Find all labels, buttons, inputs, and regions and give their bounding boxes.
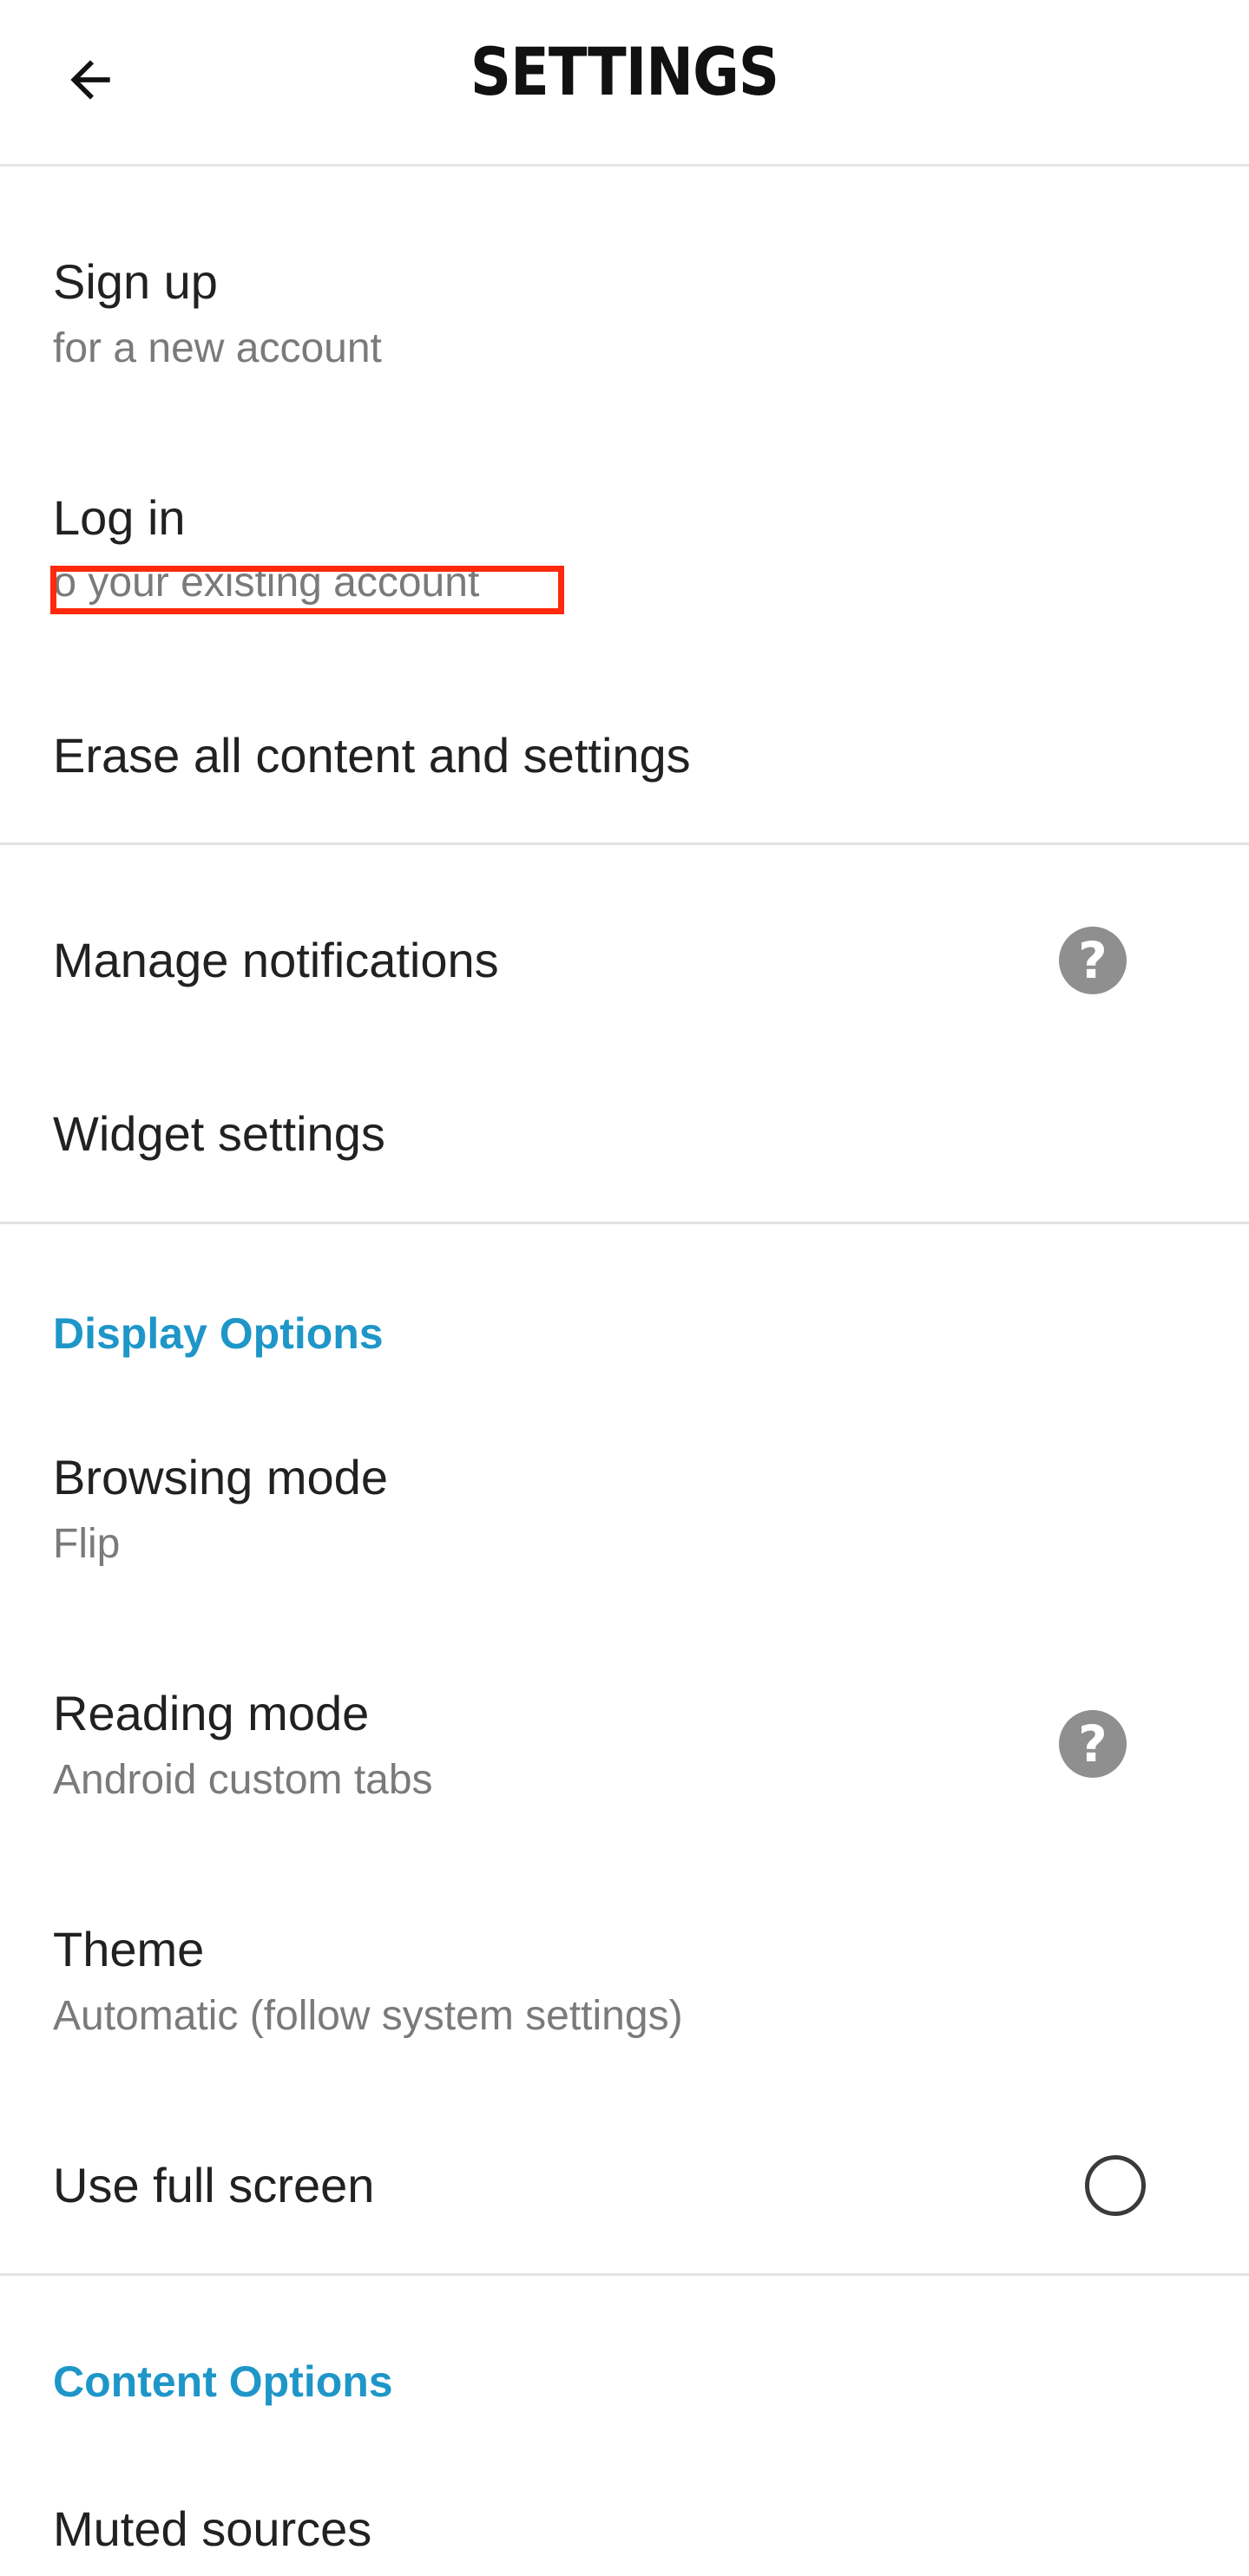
full-screen-item[interactable]: Use full screen [0,2120,1249,2268]
divider [0,1222,1249,1224]
help-icon[interactable]: ? [1059,1710,1127,1778]
divider [0,2273,1249,2276]
widget-settings-title: Widget settings [53,1106,385,1161]
section-header-content-options: Content Options [53,2357,393,2406]
full-screen-radio[interactable] [1085,2155,1146,2216]
page-title: SETTINGS [470,33,779,110]
reading-mode-item[interactable]: Reading mode Android custom tabs ? [0,1649,1249,1857]
help-icon[interactable]: ? [1059,927,1127,994]
login-item[interactable]: Log in to your existing account [0,453,1249,652]
app-bar: SETTINGS [0,0,1249,167]
manage-notifications-title: Manage notifications [53,933,499,987]
signup-item[interactable]: Sign up for a new account [0,217,1249,416]
login-title: Log in [53,490,186,545]
muted-sources-title: Muted sources [53,2501,372,2556]
signup-title: Sign up [53,254,218,309]
reading-mode-value: Android custom tabs [53,1757,433,1803]
browsing-mode-value: Flip [53,1521,121,1567]
browsing-mode-title: Browsing mode [53,1450,388,1504]
signup-subtitle: for a new account [53,325,382,371]
reading-mode-title: Reading mode [53,1686,370,1740]
erase-item[interactable]: Erase all content and settings [0,694,1249,842]
theme-title: Theme [53,1922,205,1976]
theme-item[interactable]: Theme Automatic (follow system settings) [0,1884,1249,2093]
section-header-display-options: Display Options [53,1309,384,1358]
divider [0,842,1249,845]
muted-sources-item[interactable]: Muted sources [0,2464,1249,2576]
manage-notifications-item[interactable]: Manage notifications ? [0,873,1249,1046]
theme-value: Automatic (follow system settings) [53,1993,683,2039]
login-subtitle: to your existing account [56,560,480,606]
widget-settings-item[interactable]: Widget settings [0,1050,1249,1215]
browsing-mode-item[interactable]: Browsing mode Flip [0,1413,1249,1621]
full-screen-title: Use full screen [53,2158,375,2212]
erase-title: Erase all content and settings [53,728,691,783]
